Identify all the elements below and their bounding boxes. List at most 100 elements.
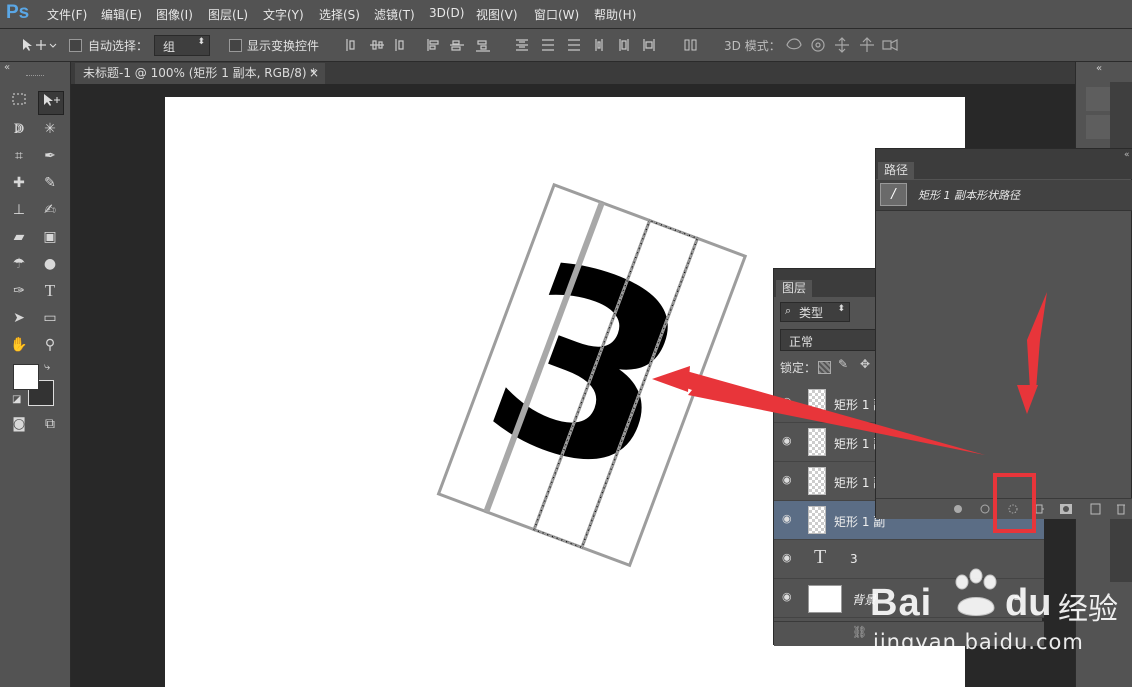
paths-panel-header [876,149,1132,179]
lasso-tool-icon[interactable]: ↇ [7,118,31,140]
stroke-path-icon[interactable] [980,504,990,514]
menu-bar: Ps 文件(F) 编辑(E) 图像(I) 图层(L) 文字(Y) 选择(S) 滤… [0,0,1132,29]
align-distribute-icons[interactable] [344,37,674,53]
load-as-selection-icon[interactable] [1008,504,1018,514]
menu-help[interactable]: 帮助(H) [594,6,636,23]
history-brush-icon[interactable]: ✍ [38,199,62,221]
swap-colors-icon[interactable]: ⤷ [44,360,50,374]
paths-panel: 路径 « / 矩形 1 副本形状路径 [875,148,1132,519]
lock-position-icon[interactable]: ✥ [860,357,870,371]
pen-tool-icon[interactable]: ✑ [7,280,31,302]
make-work-path-icon[interactable] [1034,504,1044,514]
lock-transparency-icon[interactable] [818,361,831,374]
marquee-tool-icon[interactable] [7,91,31,113]
gradient-tool-icon[interactable]: ▣ [38,226,62,248]
layer-thumbnail [808,506,826,534]
menu-edit[interactable]: 编辑(E) [101,6,142,23]
rectangle-tool-icon[interactable]: ▭ [38,307,62,329]
path-name: 矩形 1 副本形状路径 [918,189,1020,202]
foreground-color-swatch[interactable] [13,364,39,390]
menu-filter[interactable]: 滤镜(T) [374,6,415,23]
type-tool-icon[interactable]: T [38,280,62,302]
path-item[interactable]: / 矩形 1 副本形状路径 [876,180,1132,211]
layer-thumbnail [808,389,826,417]
auto-select-value: 组 [163,40,176,54]
paths-footer [876,498,1132,519]
move-tool-icon[interactable] [20,37,58,53]
tools-panel: ↇ ✳ ⌗ ✒ ✚ ✎ ⊥ ✍ ▰ ▣ ☂ ● ✑ T ➤ ▭ ✋ ⚲ ⤷ ◪ … [0,62,71,687]
direct-selection-icon[interactable]: ➤ [7,307,31,329]
paw-logo-icon [955,568,997,616]
layers-tab[interactable]: 图层 [776,280,812,297]
visibility-eye-icon[interactable]: ◉ [782,395,796,409]
close-tab-icon[interactable]: × [309,63,319,84]
toolbar-grip[interactable] [26,75,44,79]
watermark-brand-2: du [1005,582,1052,624]
collapse-dock-icon[interactable]: « [1096,63,1102,74]
text-layer-icon: T [814,546,827,568]
layer-name: 3 [850,552,858,566]
spinner-icon: ⬍ [197,37,205,47]
ps-logo: Ps [6,2,30,23]
paths-tab[interactable]: 路径 [878,162,914,179]
show-transform-label: 显示变换控件 [247,39,320,53]
lock-label: 锁定： [780,361,817,375]
blend-mode-value: 正常 [789,335,814,349]
zoom-tool-icon[interactable]: ⚲ [38,334,62,356]
path-thumbnail: / [880,183,907,206]
auto-select-label: 自动选择： [88,39,149,53]
blend-mode-dropdown[interactable]: 正常 [780,329,882,351]
visibility-eye-icon[interactable]: ◉ [782,434,796,448]
watermark-brand: Bai [870,582,933,624]
dock-tools-icon[interactable] [1086,87,1110,111]
visibility-eye-icon[interactable]: ◉ [782,551,796,565]
hand-tool-icon[interactable]: ✋ [7,334,31,356]
path-selection-tool-icon[interactable] [38,91,64,115]
menu-view[interactable]: 视图(V) [476,6,518,23]
visibility-eye-icon[interactable]: ◉ [782,512,796,526]
search-icon: ⌕ [785,304,792,317]
3d-mode-icons[interactable] [785,36,905,54]
default-colors-icon[interactable]: ◪ [12,394,21,405]
collapse-panel-icon[interactable]: « [1124,150,1130,160]
visibility-eye-icon[interactable]: ◉ [782,473,796,487]
background-thumbnail [808,585,842,613]
menu-3d[interactable]: 3D(D) [429,6,464,20]
visibility-eye-icon[interactable]: ◉ [782,590,796,604]
watermark-cn: 经验 [1058,592,1118,627]
clone-stamp-icon[interactable]: ⊥ [7,199,31,221]
layer-filter-dropdown[interactable]: ⌕ 类型 ⬍ [780,302,850,322]
menu-select[interactable]: 选择(S) [319,6,360,23]
link-layers-icon[interactable]: ⛓ [852,625,867,639]
healing-brush-icon[interactable]: ✚ [7,172,31,194]
options-bar: 自动选择： 组 ⬍ 显示变换控件 3D 模式： [0,29,1132,62]
menu-type[interactable]: 文字(Y) [263,6,304,23]
document-tab[interactable]: 未标题-1 @ 100% (矩形 1 副本, RGB/8) * × [75,63,325,84]
menu-window[interactable]: 窗口(W) [534,6,579,23]
menu-image[interactable]: 图像(I) [156,6,193,23]
eyedropper-icon[interactable]: ✒ [38,145,62,167]
eraser-tool-icon[interactable]: ▰ [7,226,31,248]
blur-tool-icon[interactable]: ☂ [7,253,31,275]
auto-align-icon[interactable] [683,37,699,53]
delete-path-icon[interactable] [1117,504,1125,515]
3d-mode-label: 3D 模式： [724,39,781,53]
quick-mask-icon[interactable]: ◙ [7,413,31,435]
dock-properties-icon[interactable] [1086,115,1110,139]
auto-select-dropdown[interactable]: 组 ⬍ [154,35,210,56]
auto-select-checkbox[interactable] [69,39,82,52]
fill-path-icon[interactable] [954,505,962,513]
magic-wand-icon[interactable]: ✳ [38,118,62,140]
menu-layer[interactable]: 图层(L) [208,6,248,23]
layer-thumbnail [808,467,826,495]
lock-pixels-icon[interactable]: ✎ [838,357,848,371]
screen-mode-icon[interactable]: ⧉ [38,413,62,435]
new-path-icon[interactable] [1090,503,1101,515]
menu-file[interactable]: 文件(F) [47,6,87,23]
collapse-tools-icon[interactable]: « [4,62,10,73]
brush-tool-icon[interactable]: ✎ [38,172,62,194]
crop-tool-icon[interactable]: ⌗ [7,145,31,167]
show-transform-checkbox[interactable] [229,39,242,52]
layer-filter-value: 类型 [799,306,824,320]
dodge-tool-icon[interactable]: ● [38,253,62,275]
